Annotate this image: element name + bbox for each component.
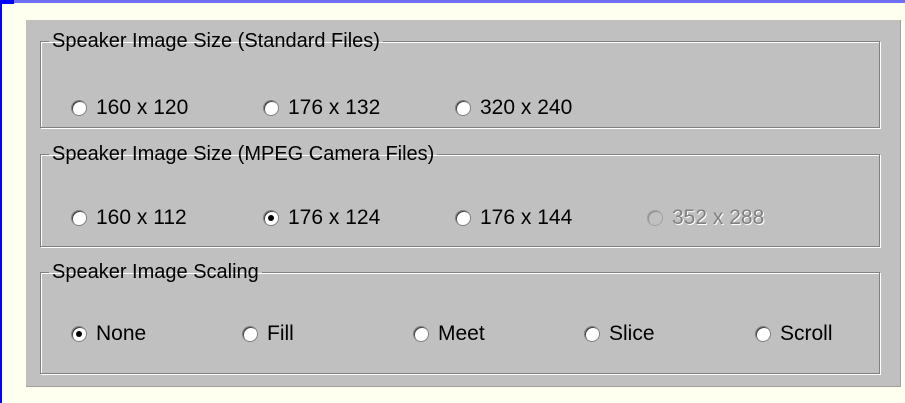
mpeg-files-options: 160 x 112 176 x 124 176 x 144 352 x 288 — [71, 206, 869, 230]
mpeg-files-title: Speaker Image Size (MPEG Camera Files) — [52, 143, 435, 165]
standard-files-group: Speaker Image Size (Standard Files) 160 … — [40, 30, 880, 128]
scaling-scroll-option[interactable]: Scroll — [755, 322, 833, 346]
standard-files-title: Speaker Image Size (Standard Files) — [52, 30, 380, 52]
option-label: 176 x 124 — [288, 206, 381, 229]
mpeg-176x124-option[interactable]: 176 x 124 — [263, 206, 455, 230]
option-label: 320 x 240 — [480, 96, 573, 119]
option-label: Fill — [267, 322, 294, 345]
option-label: Slice — [609, 322, 655, 345]
option-label: 160 x 120 — [96, 96, 189, 119]
radio-icon[interactable] — [242, 326, 258, 342]
option-label: 176 x 132 — [288, 96, 381, 119]
radio-icon[interactable] — [755, 326, 771, 342]
left-accent-bar — [0, 3, 2, 403]
radio-icon[interactable] — [71, 100, 87, 116]
option-label: 176 x 144 — [480, 206, 573, 229]
option-label: None — [96, 322, 147, 345]
scaling-meet-option[interactable]: Meet — [413, 322, 584, 346]
mpeg-352x288-option: 352 x 288 — [647, 206, 839, 230]
radio-icon[interactable] — [584, 326, 600, 342]
scaling-options: None Fill Meet Slice Scroll — [71, 322, 869, 346]
scaling-fill-option[interactable]: Fill — [242, 322, 413, 346]
radio-icon[interactable] — [455, 210, 471, 226]
scaling-slice-option[interactable]: Slice — [584, 322, 755, 346]
standard-160x120-option[interactable]: 160 x 120 — [71, 96, 263, 120]
top-left-notch — [0, 0, 14, 4]
mpeg-160x112-option[interactable]: 160 x 112 — [71, 206, 263, 230]
option-label: 160 x 112 — [96, 206, 187, 229]
option-label: Scroll — [780, 322, 833, 345]
radio-disabled-icon — [647, 210, 663, 226]
speaker-image-options-panel: Speaker Image Size (Standard Files) 160 … — [26, 20, 901, 387]
radio-icon[interactable] — [455, 100, 471, 116]
radio-selected-icon[interactable] — [71, 326, 87, 342]
mpeg-176x144-option[interactable]: 176 x 144 — [455, 206, 647, 230]
top-accent-bar — [0, 0, 905, 3]
standard-files-options: 160 x 120 176 x 132 320 x 240 — [71, 96, 869, 120]
scaling-none-option[interactable]: None — [71, 322, 242, 346]
radio-icon[interactable] — [413, 326, 429, 342]
option-label: Meet — [438, 322, 485, 345]
scaling-title: Speaker Image Scaling — [52, 261, 259, 283]
scaling-group: Speaker Image Scaling None Fill Meet Sli… — [40, 261, 880, 374]
standard-176x132-option[interactable]: 176 x 132 — [263, 96, 455, 120]
standard-320x240-option[interactable]: 320 x 240 — [455, 96, 647, 120]
radio-icon[interactable] — [263, 100, 279, 116]
option-label: 352 x 288 — [672, 206, 765, 229]
radio-selected-icon[interactable] — [263, 210, 279, 226]
radio-icon[interactable] — [71, 210, 87, 226]
mpeg-files-group: Speaker Image Size (MPEG Camera Files) 1… — [40, 143, 880, 247]
